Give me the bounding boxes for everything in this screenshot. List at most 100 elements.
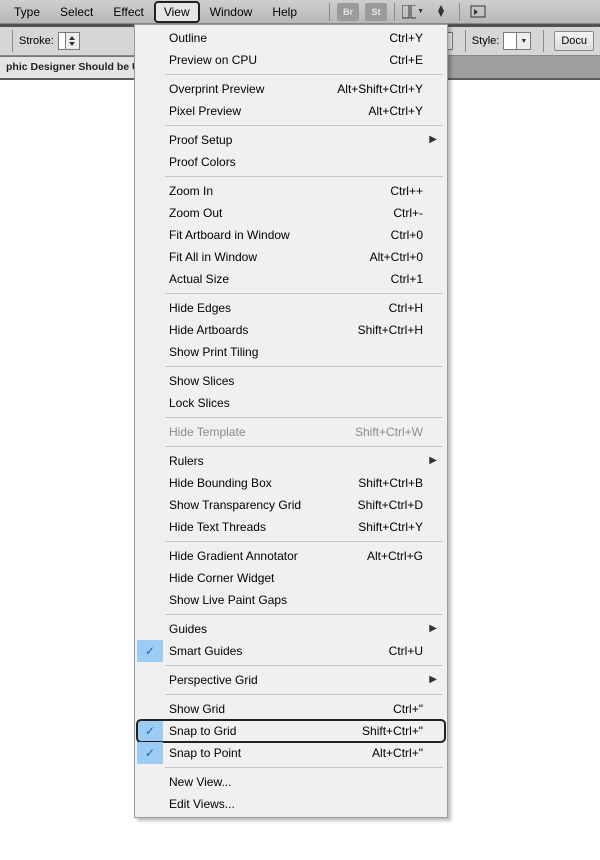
submenu-arrow-icon: ▶: [429, 134, 437, 145]
menuitem-label: Show Grid: [163, 702, 393, 716]
menuitem-hide-gradient-annotator[interactable]: Hide Gradient AnnotatorAlt+Ctrl+G: [137, 545, 445, 567]
view-menu: OutlineCtrl+YPreview on CPUCtrl+EOverpri…: [134, 24, 448, 818]
menuitem-zoom-in[interactable]: Zoom InCtrl++: [137, 180, 445, 202]
menuitem-pixel-preview[interactable]: Pixel PreviewAlt+Ctrl+Y: [137, 100, 445, 122]
document-tab[interactable]: phic Designer Should be Us: [0, 56, 154, 78]
screen-mode-icon[interactable]: [467, 3, 489, 21]
style-dropdown[interactable]: ▼: [503, 32, 531, 50]
menuitem-proof-colors[interactable]: Proof Colors: [137, 151, 445, 173]
menu-separator: [165, 417, 443, 418]
menuitem-zoom-out[interactable]: Zoom OutCtrl+-: [137, 202, 445, 224]
menuitem-label: Smart Guides: [163, 644, 389, 658]
menuitem-perspective-grid[interactable]: Perspective Grid ▶: [137, 669, 445, 691]
menuitem-hide-template: Hide TemplateShift+Ctrl+W: [137, 421, 445, 443]
menuitem-snap-to-grid[interactable]: ✓Snap to GridShift+Ctrl+": [137, 720, 445, 742]
menuitem-new-view[interactable]: New View...: [137, 771, 445, 793]
submenu-arrow-icon: ▶: [429, 623, 437, 634]
menuitem-shortcut: Ctrl+": [393, 702, 423, 716]
menuitem-shortcut: Alt+Ctrl+Y: [368, 104, 423, 118]
stock-icon[interactable]: St: [365, 3, 387, 21]
menuitem-shortcut: Shift+Ctrl+B: [358, 476, 423, 490]
check-icon: [137, 472, 163, 494]
menuitem-actual-size[interactable]: Actual SizeCtrl+1: [137, 268, 445, 290]
check-icon: [137, 450, 163, 472]
menuitem-fit-artboard-in-window[interactable]: Fit Artboard in WindowCtrl+0: [137, 224, 445, 246]
menuitem-show-slices[interactable]: Show Slices: [137, 370, 445, 392]
menuitem-label: Zoom Out: [163, 206, 393, 220]
menuitem-hide-corner-widget[interactable]: Hide Corner Widget: [137, 567, 445, 589]
menu-help[interactable]: Help: [262, 1, 307, 23]
menuitem-lock-slices[interactable]: Lock Slices: [137, 392, 445, 414]
check-icon: [137, 151, 163, 173]
check-icon: [137, 78, 163, 100]
menuitem-fit-all-in-window[interactable]: Fit All in WindowAlt+Ctrl+0: [137, 246, 445, 268]
menuitem-label: Hide Artboards: [163, 323, 358, 337]
menu-separator: [165, 176, 443, 177]
menuitem-label: Show Print Tiling: [163, 345, 423, 359]
check-icon: [137, 771, 163, 793]
menuitem-label: Hide Corner Widget: [163, 571, 423, 585]
menuitem-shortcut: Ctrl+H: [389, 301, 423, 315]
stroke-label: Stroke:: [19, 35, 54, 47]
menuitem-shortcut: Ctrl+E: [389, 53, 423, 67]
menuitem-hide-text-threads[interactable]: Hide Text ThreadsShift+Ctrl+Y: [137, 516, 445, 538]
check-icon: [137, 370, 163, 392]
menuitem-snap-to-point[interactable]: ✓Snap to PointAlt+Ctrl+": [137, 742, 445, 764]
menuitem-shortcut: Ctrl+Y: [389, 31, 423, 45]
menu-separator: [165, 541, 443, 542]
menuitem-label: Perspective Grid: [163, 673, 423, 687]
check-icon: ✓: [137, 720, 163, 742]
gpu-rocket-icon[interactable]: [430, 3, 452, 21]
menuitem-label: Hide Template: [163, 425, 355, 439]
check-icon: ✓: [137, 640, 163, 662]
menu-view[interactable]: View: [154, 1, 200, 23]
menuitem-show-transparency-grid[interactable]: Show Transparency GridShift+Ctrl+D: [137, 494, 445, 516]
menuitem-outline[interactable]: OutlineCtrl+Y: [137, 27, 445, 49]
submenu-arrow-icon: ▶: [429, 674, 437, 685]
submenu-arrow-icon: ▶: [429, 455, 437, 466]
menuitem-label: Outline: [163, 31, 389, 45]
check-icon: [137, 297, 163, 319]
check-icon: [137, 129, 163, 151]
menuitem-shortcut: Shift+Ctrl+W: [355, 425, 423, 439]
menuitem-preview-on-cpu[interactable]: Preview on CPUCtrl+E: [137, 49, 445, 71]
menuitem-label: Proof Colors: [163, 155, 423, 169]
menuitem-smart-guides[interactable]: ✓Smart GuidesCtrl+U: [137, 640, 445, 662]
menuitem-hide-bounding-box[interactable]: Hide Bounding BoxShift+Ctrl+B: [137, 472, 445, 494]
check-icon: [137, 341, 163, 363]
menuitem-show-print-tiling[interactable]: Show Print Tiling: [137, 341, 445, 363]
menu-select[interactable]: Select: [50, 1, 103, 23]
stroke-weight-stepper[interactable]: [58, 32, 80, 50]
menuitem-guides[interactable]: Guides ▶: [137, 618, 445, 640]
menuitem-proof-setup[interactable]: Proof Setup▶: [137, 129, 445, 151]
arrange-documents-icon[interactable]: ▼: [402, 3, 424, 21]
check-icon: [137, 793, 163, 815]
menuitem-shortcut: Shift+Ctrl+": [362, 724, 423, 738]
menuitem-label: Guides: [163, 622, 423, 636]
menuitem-edit-views[interactable]: Edit Views...: [137, 793, 445, 815]
check-icon: [137, 202, 163, 224]
check-icon: [137, 669, 163, 691]
check-icon: [137, 589, 163, 611]
menu-window[interactable]: Window: [200, 1, 263, 23]
check-icon: [137, 180, 163, 202]
menu-effect[interactable]: Effect: [103, 1, 153, 23]
menuitem-hide-artboards[interactable]: Hide ArtboardsShift+Ctrl+H: [137, 319, 445, 341]
menuitem-overprint-preview[interactable]: Overprint PreviewAlt+Shift+Ctrl+Y: [137, 78, 445, 100]
menuitem-shortcut: Shift+Ctrl+Y: [358, 520, 423, 534]
menuitem-hide-edges[interactable]: Hide EdgesCtrl+H: [137, 297, 445, 319]
menuitem-rulers[interactable]: Rulers▶: [137, 450, 445, 472]
menuitem-show-live-paint-gaps[interactable]: Show Live Paint Gaps: [137, 589, 445, 611]
document-setup-button[interactable]: Docu: [554, 31, 594, 51]
menuitem-label: Hide Edges: [163, 301, 389, 315]
menuitem-shortcut: Ctrl+U: [389, 644, 423, 658]
bridge-icon[interactable]: Br: [337, 3, 359, 21]
menuitem-show-grid[interactable]: Show GridCtrl+": [137, 698, 445, 720]
menuitem-label: Snap to Point: [163, 746, 372, 760]
menuitem-label: Lock Slices: [163, 396, 423, 410]
style-label: Style:: [472, 35, 500, 47]
menu-type[interactable]: Type: [4, 1, 50, 23]
menuitem-shortcut: Alt+Ctrl+": [372, 746, 423, 760]
menuitem-label: Show Live Paint Gaps: [163, 593, 423, 607]
check-icon: [137, 49, 163, 71]
